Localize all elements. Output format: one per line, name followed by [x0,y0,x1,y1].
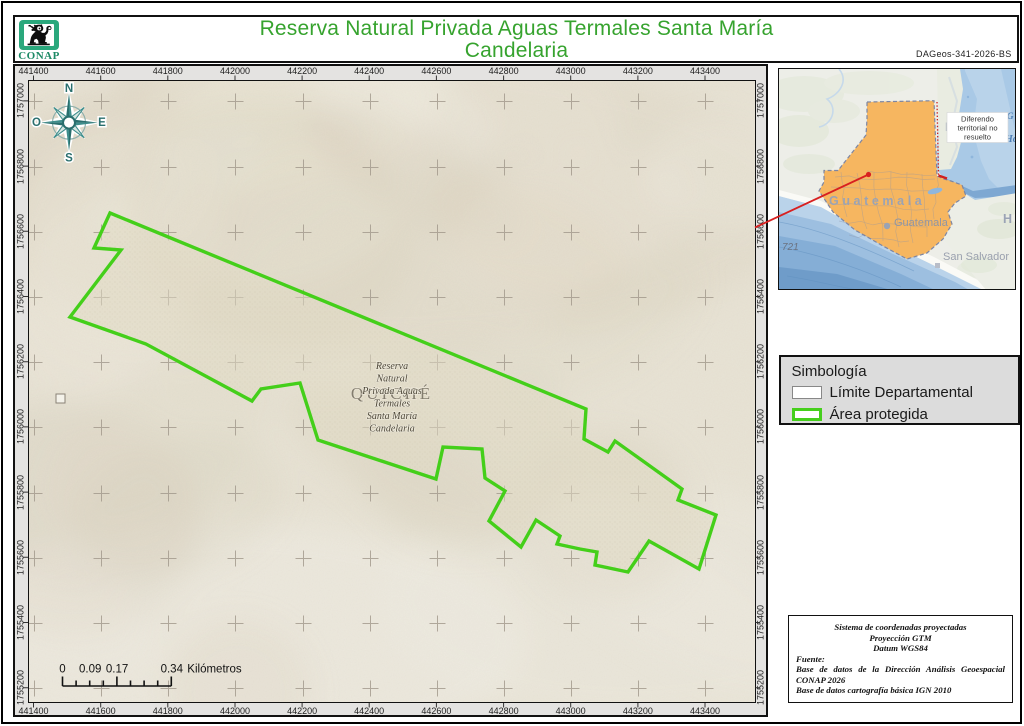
svg-text:San Salvador: San Salvador [943,251,1009,263]
svg-text:0.17: 0.17 [106,664,128,676]
svg-text:G u: G u [1007,111,1016,121]
svg-text:0.34: 0.34 [161,664,184,676]
svg-text:territorial no: territorial no [957,123,997,132]
svg-text:resuelto: resuelto [963,132,990,141]
svg-text:Diferendo: Diferendo [961,114,994,123]
svg-text:N: N [65,83,73,95]
svg-text:Guatemala: Guatemala [829,194,925,208]
svg-text:721: 721 [782,242,799,253]
svg-text:Kilómetros: Kilómetros [187,664,242,676]
svg-text:Candelaria: Candelaria [369,424,415,435]
svg-text:0: 0 [59,664,65,676]
svg-text:S: S [65,153,73,165]
svg-text:Termales: Termales [374,399,410,410]
svg-text:O: O [32,117,41,129]
svg-text:Santa María: Santa María [367,411,417,422]
svg-text:Guatemala: Guatemala [894,217,949,229]
svg-text:E: E [98,117,106,129]
svg-text:0.09: 0.09 [79,664,101,676]
svg-text:Natural: Natural [375,374,407,385]
svg-text:Reserva: Reserva [375,361,408,372]
svg-text:Privada Aguas: Privada Aguas [361,386,422,397]
svg-text:Ho: Ho [1003,212,1016,226]
